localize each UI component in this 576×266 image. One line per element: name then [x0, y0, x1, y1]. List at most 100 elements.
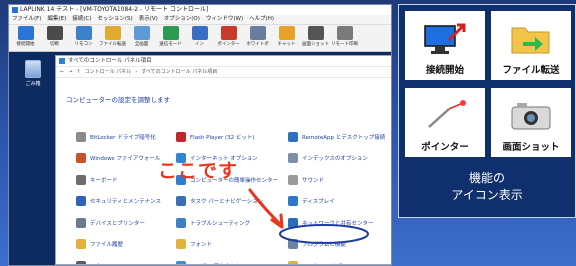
control-panel-item-label: ユーザー アカウント — [190, 262, 241, 265]
control-panel-item-label: フォント — [190, 242, 213, 249]
control-panel-item-label: ファイル履歴 — [90, 242, 124, 249]
disconnect-icon — [46, 26, 63, 40]
camera-icon — [307, 26, 324, 40]
indexing-icon — [288, 153, 298, 164]
toolbar-button-11[interactable]: リモート印刷 — [331, 26, 358, 50]
forward-icon[interactable]: → — [68, 67, 72, 77]
control-panel-item-label: RemoteApp とデスクトップ接続 — [302, 134, 386, 141]
toolbar-button-4[interactable]: 全画面 — [128, 26, 155, 50]
toolbar-button-label: ファイル転送 — [99, 42, 126, 47]
control-panel-item[interactable]: インデックスのオプション — [288, 148, 388, 170]
display-icon — [288, 196, 298, 207]
control-panel-item-label: プログラムと機能 — [302, 242, 346, 249]
control-panel-item-label: タスク バーとナビゲーション — [190, 199, 264, 206]
file-transfer-icon — [511, 27, 550, 54]
menu-connect[interactable]: 接続(C) — [72, 15, 91, 24]
control-panel-item[interactable]: RemoteApp とデスクトップ接続 — [288, 126, 388, 148]
control-panel-item[interactable]: ディスプレイ — [288, 191, 388, 213]
callout-label-connect: 接続開始 — [425, 65, 464, 76]
toolbar-button-label: リモート印刷 — [331, 42, 358, 47]
menu-options[interactable]: オプション(O) — [164, 15, 200, 24]
programs-features-icon — [288, 239, 298, 250]
menu-view[interactable]: 表示(V) — [139, 15, 158, 24]
control-panel-item[interactable]: ネットワークと共有センター — [288, 212, 388, 234]
connect-start-icon — [424, 23, 466, 54]
address-bar[interactable]: ← → ↑ コントロール パネル › すべてのコントロール パネル項目 — [56, 66, 391, 78]
menu-session[interactable]: セッション(S) — [97, 15, 132, 24]
toolbar-button-label: リモコン — [74, 42, 93, 47]
menu-help[interactable]: ヘルプ(H) — [249, 15, 274, 24]
callout-tile-pointer: ポインター — [405, 88, 485, 157]
input-icon — [191, 26, 208, 40]
menu-edit[interactable]: 編集(E) — [47, 15, 66, 24]
control-panel-item[interactable]: BitLocker ドライブ暗号化 — [76, 126, 176, 148]
breadcrumb-control-panel[interactable]: コントロール パネル — [85, 67, 132, 77]
control-panel-item[interactable]: タスク バーとナビゲーション — [176, 191, 288, 213]
monitor-connect-icon — [17, 26, 34, 40]
callout-tile-connect: 接続開始 — [405, 11, 485, 80]
callout-label-file-transfer: ファイル転送 — [502, 65, 560, 76]
control-panel-item[interactable]: ファイル履歴 — [76, 234, 176, 256]
toolbar-button-label: ポインター — [217, 42, 240, 47]
toolbar-button-10[interactable]: 画面ショット — [302, 26, 329, 50]
control-panel-item[interactable]: マウス — [76, 255, 176, 265]
toolbar-button-label: 接続開始 — [16, 42, 35, 47]
callout-tile-file-transfer: ファイル転送 — [491, 11, 571, 80]
toolbar-button-7[interactable]: ポインター — [215, 26, 242, 50]
toolbar-button-3[interactable]: ファイル転送 — [99, 26, 126, 50]
up-icon[interactable]: ↑ — [76, 67, 80, 77]
desktop-recycle-bin[interactable]: ごみ箱 — [11, 60, 55, 87]
breadcrumb-all-items[interactable]: すべてのコントロール パネル項目 — [141, 67, 217, 77]
control-panel-item-label: サウンド — [302, 177, 325, 184]
troubleshooting-icon — [176, 217, 186, 228]
toolbar-button-5[interactable]: 送信モード — [157, 26, 184, 50]
toolbar-button-0[interactable]: 接続開始 — [12, 26, 39, 50]
control-panel-item[interactable]: フォント — [176, 234, 288, 256]
control-panel-item[interactable]: デバイスとプリンター — [76, 212, 176, 234]
toolbar-button-2[interactable]: リモコン — [70, 26, 97, 50]
toolbar-button-1[interactable]: 切断 — [41, 26, 68, 50]
control-panel-item-label: キーボード — [90, 177, 118, 184]
remoteapp-icon — [288, 131, 298, 142]
control-panel-item[interactable]: セキュリティとメンテナンス — [76, 191, 176, 213]
file-history-icon — [76, 239, 86, 250]
laser-pointer-icon — [220, 26, 237, 40]
control-panel-icon — [59, 58, 65, 64]
control-panel-item[interactable]: ユーザー アカウント — [176, 255, 288, 265]
printer-icon — [336, 26, 353, 40]
control-panel-item[interactable]: プログラムと機能 — [288, 234, 388, 256]
menu-file[interactable]: ファイル(F) — [12, 15, 41, 24]
toolbar-button-6[interactable]: イン — [186, 26, 213, 50]
screenshot-camera-icon — [511, 103, 551, 130]
control-panel-titlebar: すべてのコントロール パネル項目 — [56, 56, 391, 66]
control-panel-item[interactable]: サウンド — [288, 169, 388, 191]
toolbar-button-label: イン — [195, 42, 204, 47]
control-panel-item[interactable]: トラブルシューティング — [176, 212, 288, 234]
sound-icon — [288, 174, 298, 185]
menu-bar: ファイル(F) 編集(E) 接続(C) セッション(S) 表示(V) オプション… — [9, 15, 391, 25]
folder-transfer-icon — [104, 26, 121, 40]
callout-label-screenshot: 画面ショット — [502, 142, 560, 153]
control-panel-heading: コンピューターの設定を調整します — [66, 96, 170, 104]
fullscreen-icon — [133, 26, 150, 40]
toolbar: 接続開始 切断 リモコン ファイル転送 全画面 送信モード イン ポインター ホワイトボ チャット… — [9, 25, 391, 52]
firewall-icon — [76, 153, 86, 164]
control-panel-item-label: Windows ファイアウォール — [90, 156, 161, 163]
back-icon[interactable]: ← — [60, 67, 64, 77]
toolbar-button-8[interactable]: ホワイトボ — [244, 26, 271, 50]
control-panel-item-label: セキュリティとメンテナンス — [90, 199, 162, 206]
annotation-here-text: ここです — [158, 160, 239, 182]
control-panel-item-label: BitLocker ドライブ暗号化 — [90, 134, 156, 141]
toolbar-button-label: 画面ショット — [302, 42, 329, 47]
control-panel-item[interactable]: ワーク フォルダー — [288, 255, 388, 264]
toolbar-button-9[interactable]: チャット — [273, 26, 300, 50]
toolbar-button-label: 送信モード — [159, 42, 182, 47]
toolbar-button-label: 全画面 — [134, 42, 149, 47]
network-icon — [288, 217, 298, 228]
title-bar: LAPLINK 14 テスト - [VM-TOYOTA1084-2 - リモート… — [9, 5, 391, 15]
menu-window[interactable]: ウィンドウ(W) — [206, 15, 243, 24]
control-panel-item-label: マウス — [90, 262, 107, 265]
control-panel-item[interactable]: Flash Player (32 ビット) — [176, 126, 288, 148]
recycle-bin-icon — [25, 60, 41, 78]
toolbar-button-label: ホワイトボ — [246, 42, 269, 47]
